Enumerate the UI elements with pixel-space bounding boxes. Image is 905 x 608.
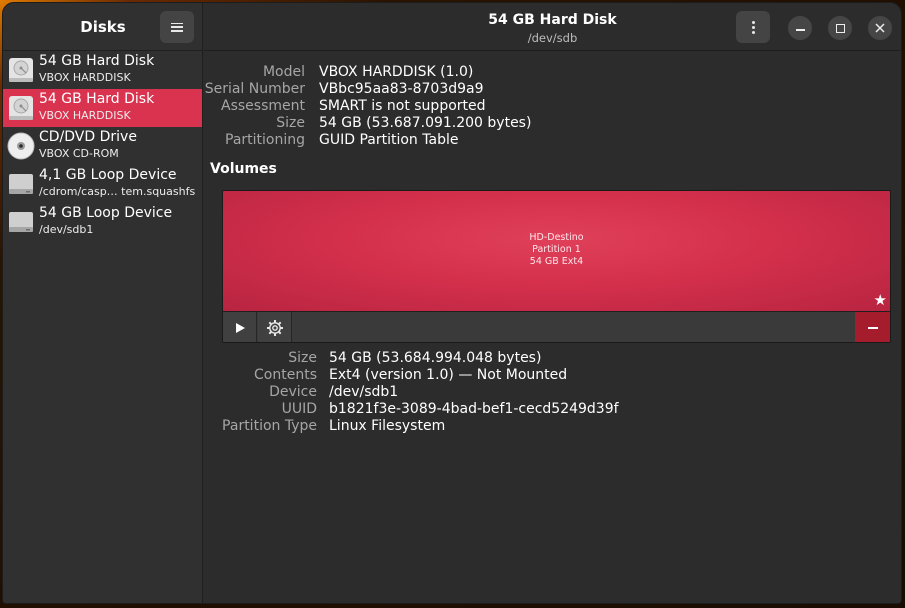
main-pane: 54 GB Hard Disk /dev/sdb Model VBOX HARD… [204,3,901,603]
drive-model: VBOX HARDDISK [39,109,131,122]
drive-model: VBOX HARDDISK [39,71,131,84]
drive-name: 4,1 GB Loop Device [39,167,177,183]
loop-device-icon [9,212,33,232]
partition-number: Partition 1 [532,244,581,255]
minimize-button[interactable] [788,16,812,40]
uuid-label: UUID [281,401,317,417]
drive-path: /dev/sdb1 [39,223,94,236]
close-button[interactable] [868,16,892,40]
volume-map: HD-Destino Partition 1 54 GB Ext4 ★ [222,190,891,343]
device-value: /dev/sdb1 [329,384,399,400]
assessment-value: SMART is not supported [319,98,486,114]
partitioning-value: GUID Partition Table [319,132,459,148]
main-menu-button[interactable] [160,11,194,43]
volume-toolbar [223,311,890,342]
model-label: Model [262,64,305,80]
partition-options-button[interactable] [258,312,292,342]
drive-name: 54 GB Hard Disk [39,53,155,69]
sidebar-header: Disks [3,3,202,51]
minimize-icon [795,29,805,31]
serial-label: Serial Number [204,81,305,97]
contents-value: Ext4 (version 1.0) — Not Mounted [329,367,568,383]
partition-type-value: Linux Filesystem [329,418,446,434]
size-value: 54 GB (53.687.091.200 bytes) [319,115,532,131]
disk-info: Model VBOX HARDDISK (1.0) Serial Number … [204,64,604,149]
partition-name: HD-Destino [529,232,584,243]
size-label: Size [276,115,305,131]
drive-item-cd-dvd[interactable]: CD/DVD Drive VBOX CD-ROM [3,127,202,165]
assessment-label: Assessment [221,98,305,114]
partition-info: Size 54 GB (53.684.994.048 bytes) Conten… [222,350,619,435]
hard-disk-icon [9,96,33,120]
partition-size-fs: 54 GB Ext4 [529,256,584,267]
drive-item-hard-disk-2[interactable]: 54 GB Hard Disk VBOX HARDDISK [3,89,202,127]
drive-list: 54 GB Hard Disk VBOX HARDDISK 54 GB Hard… [3,51,202,241]
uuid-value: b1821f3e-3089-4bad-bef1-cecd5249d39f [329,401,619,417]
hamburger-icon [171,22,183,32]
loop-device-icon [9,174,33,194]
drive-item-loop-2[interactable]: 54 GB Loop Device /dev/sdb1 [3,203,202,241]
partitioning-label: Partitioning [225,132,305,148]
mount-button[interactable] [223,312,257,342]
disks-window: Disks 54 GB Hard Disk VBOX HARDDISK 54 G… [2,2,902,604]
maximize-icon [835,23,845,33]
gear-icon [266,320,283,336]
model-value: VBOX HARDDISK (1.0) [319,64,474,80]
drive-model: VBOX CD-ROM [39,147,119,160]
drive-name: CD/DVD Drive [39,129,137,145]
partition-type-label: Partition Type [222,418,317,434]
maximize-button[interactable] [828,16,852,40]
drive-path: /cdrom/casp… tem.squashfs [39,185,196,198]
partition-block[interactable]: HD-Destino Partition 1 54 GB Ext4 ★ [223,191,890,311]
drive-name: 54 GB Loop Device [39,205,173,221]
sidebar: Disks 54 GB Hard Disk VBOX HARDDISK 54 G… [3,3,203,603]
minus-icon [867,327,878,329]
drive-item-hard-disk-1[interactable]: 54 GB Hard Disk VBOX HARDDISK [3,51,202,89]
drive-options-button[interactable] [736,11,770,43]
partition-size-value: 54 GB (53.684.994.048 bytes) [329,350,542,366]
contents-label: Contents [254,367,317,383]
serial-value: VBbc95aa83-8703d9a9 [319,81,484,97]
kebab-menu-icon [751,20,755,24]
header-bar: 54 GB Hard Disk /dev/sdb [204,3,901,51]
partition-size-label: Size [288,350,317,366]
hard-disk-icon [9,58,33,82]
star-icon: ★ [873,291,887,309]
drive-name: 54 GB Hard Disk [39,91,155,107]
device-label: Device [269,384,317,400]
drive-item-loop-1[interactable]: 4,1 GB Loop Device /cdrom/casp… tem.squa… [3,165,202,203]
play-icon [235,323,245,333]
close-icon [875,23,885,33]
volumes-heading: Volumes [210,161,277,177]
delete-partition-button[interactable] [855,312,890,342]
optical-disc-icon [7,132,35,160]
